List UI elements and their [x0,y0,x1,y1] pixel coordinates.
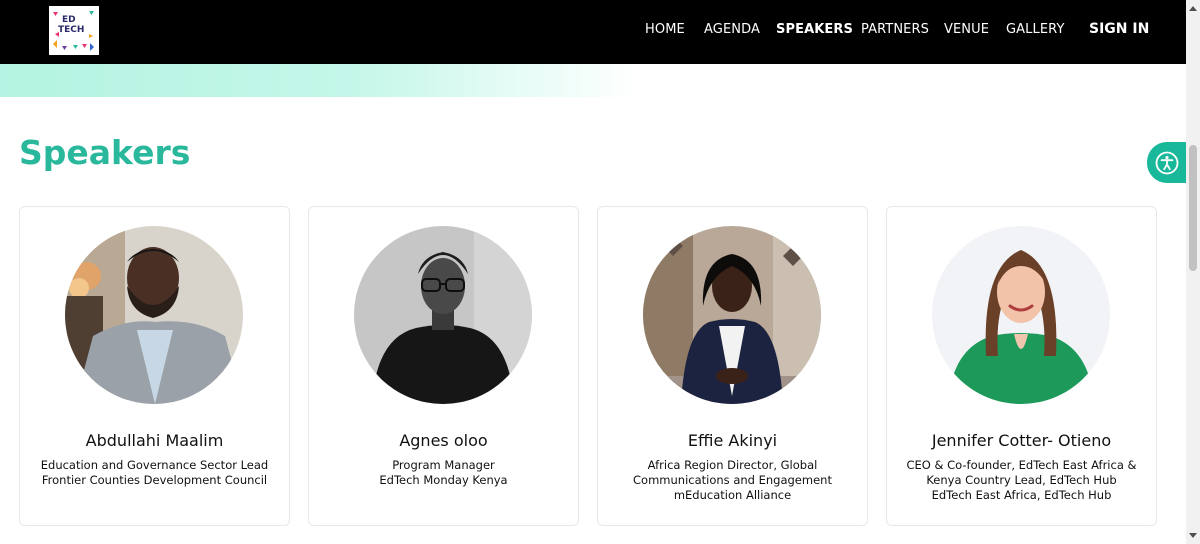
speaker-role-line: Communications and Engagement [633,473,832,487]
nav-venue[interactable]: VENUE [944,22,989,37]
speaker-role: CEO & Co-founder, EdTech East Africa & K… [895,458,1148,503]
nav-partners[interactable]: PARTNERS [861,22,929,37]
speaker-role-line: Africa Region Director, Global [647,458,818,472]
speaker-name: Jennifer Cotter- Otieno [931,431,1112,450]
nav-speakers[interactable]: SPEAKERS [766,18,863,42]
speaker-role-line: CEO & Co-founder, EdTech East Africa & [906,458,1137,472]
page-scrollbar[interactable] [1186,0,1200,544]
speaker-card[interactable]: Jennifer Cotter- Otieno CEO & Co-founder… [886,206,1157,526]
speaker-role-line: EdTech Monday Kenya [379,473,508,487]
scroll-thumb[interactable] [1189,145,1197,271]
site-header: ED TECH HOME AGENDA SPEAKERS PARTNERS VE… [0,0,1186,64]
main-nav: HOME AGENDA SPEAKERS PARTNERS VENUE GALL… [0,0,1186,64]
sign-in-button[interactable]: SIGN IN [1089,21,1149,37]
speaker-role-line: Education and Governance Sector Lead [40,458,269,472]
nav-home[interactable]: HOME [645,22,685,37]
decorative-gradient-strip [0,64,640,97]
speaker-photo [354,226,532,404]
scroll-down-arrow-icon[interactable] [1189,533,1197,538]
nav-speakers-label: SPEAKERS [776,22,853,37]
speaker-photo [932,226,1110,404]
speaker-name: Agnes oloo [399,431,488,450]
nav-gallery[interactable]: GALLERY [1006,22,1065,37]
scroll-up-arrow-icon[interactable] [1189,6,1197,11]
speaker-photo [65,226,243,404]
speaker-role-line: EdTech East Africa, EdTech Hub [931,488,1112,502]
page-title: Speakers [19,133,191,172]
speaker-name: Effie Akinyi [687,431,778,450]
speaker-role: Program Manager EdTech Monday Kenya [317,458,570,488]
speaker-card[interactable]: Effie Akinyi Africa Region Director, Glo… [597,206,868,526]
speaker-role: Education and Governance Sector Lead Fro… [28,458,281,488]
accessibility-icon [1155,151,1178,174]
speaker-card[interactable]: Abdullahi Maalim Education and Governanc… [19,206,290,526]
speaker-role-line: Kenya Country Lead, EdTech Hub [926,473,1117,487]
nav-agenda[interactable]: AGENDA [704,22,760,37]
speaker-card[interactable]: Agnes oloo Program Manager EdTech Monday… [308,206,579,526]
speaker-name: Abdullahi Maalim [85,431,224,450]
speaker-role: Africa Region Director, Global Communica… [606,458,859,503]
speaker-role-line: Frontier Counties Development Council [41,473,268,487]
speaker-role-line: mEducation Alliance [673,488,792,502]
speaker-photo [643,226,821,404]
accessibility-button[interactable] [1147,142,1186,183]
speaker-role-line: Program Manager [392,458,495,472]
